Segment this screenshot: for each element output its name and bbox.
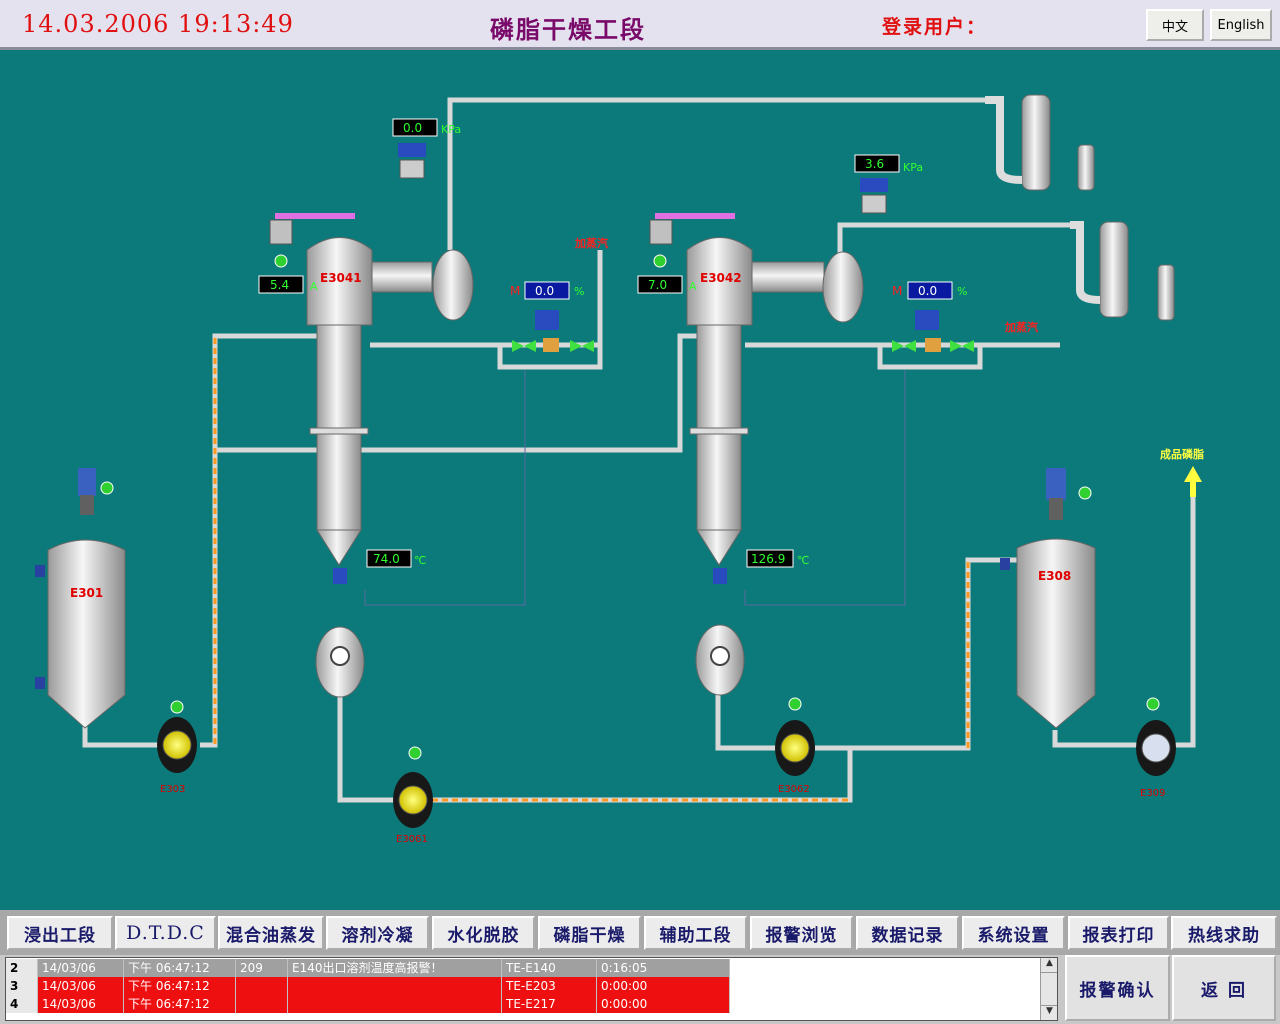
svg-text:0.0: 0.0 <box>403 121 422 135</box>
nav-hotline-help[interactable]: 热线求助 <box>1171 916 1277 950</box>
svg-text:%: % <box>574 285 584 298</box>
svg-text:℃: ℃ <box>414 554 426 567</box>
alarm-list[interactable]: 2 14/03/06 下午 06:47:12 209 E140出口溶剂温度高报警… <box>5 957 1058 1021</box>
nav-dtdc[interactable]: D.T.D.C <box>115 916 216 950</box>
pump-e309[interactable]: E309 <box>1136 697 1176 799</box>
scroll-up-icon[interactable]: ▲ <box>1041 958 1057 973</box>
english-language-button[interactable]: English <box>1210 9 1272 41</box>
svg-text:7.0: 7.0 <box>648 278 667 292</box>
pump-e3061[interactable]: E3061 <box>393 746 433 845</box>
alarm-row[interactable]: 4 14/03/06 下午 06:47:12 TE-E217 0:00:00 <box>6 995 730 1013</box>
svg-text:5.4: 5.4 <box>270 278 289 292</box>
dryer-e3041-label: E3041 <box>320 271 362 285</box>
tank-e301-label: E301 <box>70 586 103 600</box>
product-arrow-icon <box>1184 466 1202 497</box>
svg-text:0.0: 0.0 <box>918 284 937 298</box>
nav-solvent-condensation[interactable]: 溶剂冷凝 <box>326 916 429 950</box>
dryer-e3042-label: E3042 <box>700 271 742 285</box>
valve-opening-readout-2: M 0.0 % <box>892 281 967 300</box>
nav-data-logging[interactable]: 数据记录 <box>856 916 959 950</box>
alarm-scrollbar[interactable]: ▲ ▼ <box>1040 958 1057 1020</box>
svg-text:3.6: 3.6 <box>865 157 884 171</box>
header-bar: 14.03.2006 19:13:49 磷脂干燥工段 登录用户： 中文 Engl… <box>0 0 1280 50</box>
svg-text:M: M <box>510 284 520 298</box>
svg-text:74.0: 74.0 <box>373 552 400 566</box>
nav-auxiliary[interactable]: 辅助工段 <box>644 916 747 950</box>
tank-e308-label: E308 <box>1038 569 1071 583</box>
nav-degumming[interactable]: 水化脱胶 <box>432 916 535 950</box>
process-diagram: E301 E308 E3041 E3042 E303 E3061 E3062 E… <box>0 50 1280 910</box>
svg-text:KPa: KPa <box>441 123 461 136</box>
tank-e301: E301 <box>35 468 126 729</box>
temperature-readout-2: 126.9 ℃ <box>746 549 809 568</box>
alarm-row[interactable]: 3 14/03/06 下午 06:47:12 TE-E203 0:00:00 <box>6 977 730 995</box>
nav-system-settings[interactable]: 系统设置 <box>962 916 1065 950</box>
temperature-readout-1: 74.0 ℃ <box>366 549 426 568</box>
nav-extraction[interactable]: 浸出工段 <box>7 916 113 950</box>
pressure-readout-2: 3.6 KPa <box>854 154 923 174</box>
datetime-display: 14.03.2006 19:13:49 <box>22 10 294 38</box>
valve-opening-readout-1: M 0.0 % <box>510 281 584 300</box>
pump-e309-label: E309 <box>1140 788 1165 799</box>
svg-text:A: A <box>689 280 697 293</box>
pump-e303[interactable]: E303 <box>157 700 197 795</box>
tank-e308: E308 <box>1000 468 1096 729</box>
chinese-language-button[interactable]: 中文 <box>1146 9 1204 41</box>
nav-lecithin-drying[interactable]: 磷脂干燥 <box>538 916 641 950</box>
svg-text:126.9: 126.9 <box>751 552 785 566</box>
back-button[interactable]: 返 回 <box>1172 955 1276 1021</box>
alarm-row[interactable]: 2 14/03/06 下午 06:47:12 209 E140出口溶剂温度高报警… <box>6 959 730 977</box>
svg-text:℃: ℃ <box>797 554 809 567</box>
svg-text:0.0: 0.0 <box>535 284 554 298</box>
product-label: 成品磷脂 <box>1160 447 1204 461</box>
svg-text:KPa: KPa <box>903 161 923 174</box>
navigation-bar: 浸出工段 D.T.D.C 混合油蒸发 溶剂冷凝 水化脱胶 磷脂干燥 辅助工段 报… <box>0 910 1280 955</box>
steam-label-2: 加蒸汽 <box>1004 320 1038 334</box>
scroll-down-icon[interactable]: ▼ <box>1041 1005 1057 1020</box>
login-user-label: 登录用户： <box>882 16 988 38</box>
steam-label-1: 加蒸汽 <box>574 236 608 250</box>
nav-miscella-evaporation[interactable]: 混合油蒸发 <box>218 916 324 950</box>
pump-e3062[interactable]: E3062 <box>775 697 815 795</box>
pump-e3062-label: E3062 <box>778 784 810 795</box>
nav-alarm-browse[interactable]: 报警浏览 <box>750 916 853 950</box>
cyclone-separators <box>985 94 1175 321</box>
svg-text:M: M <box>892 284 902 298</box>
svg-text:A: A <box>310 280 318 293</box>
pump-e303-label: E303 <box>160 784 185 795</box>
alarm-confirm-button[interactable]: 报警确认 <box>1065 955 1170 1021</box>
pump-e3061-label: E3061 <box>396 834 428 845</box>
page-title: 磷脂干燥工段 <box>490 16 646 44</box>
nav-report-print[interactable]: 报表打印 <box>1068 916 1169 950</box>
svg-text:%: % <box>957 285 967 298</box>
